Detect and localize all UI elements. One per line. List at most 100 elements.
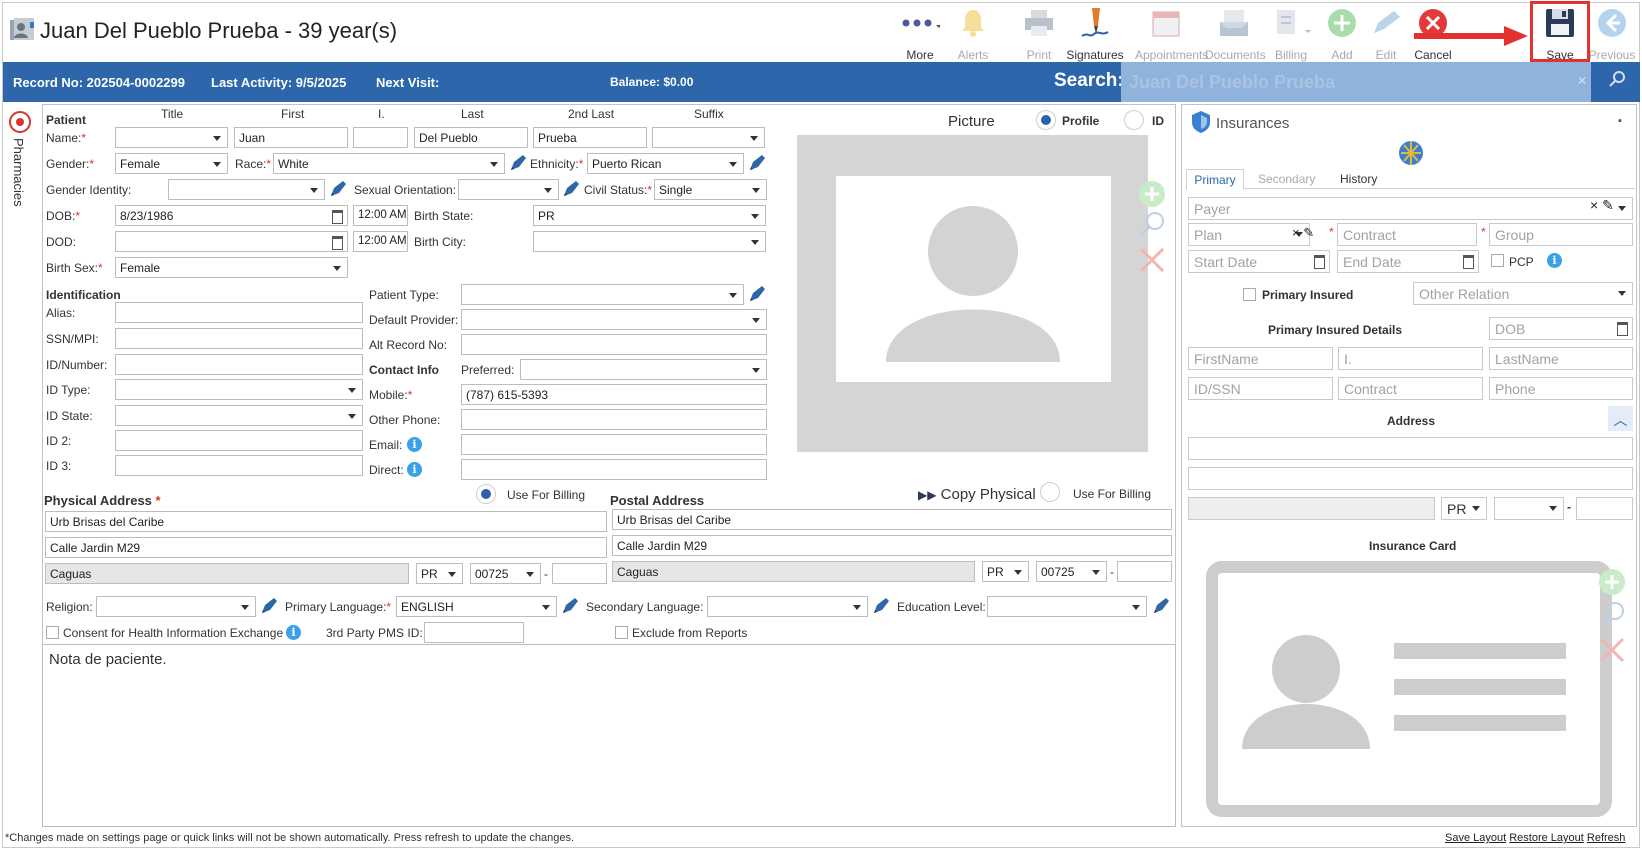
email-input[interactable] <box>461 434 767 455</box>
postal-use-billing-radio[interactable] <box>1040 482 1060 502</box>
save-layout-link[interactable]: Save Layout <box>1445 832 1506 844</box>
physical-city-input[interactable]: Caguas <box>45 563 409 584</box>
dob-time-input[interactable]: 12:00 AM <box>353 205 408 226</box>
secondary-language-select[interactable] <box>707 596 868 617</box>
consent-checkbox[interactable] <box>46 626 59 639</box>
alias-input[interactable] <box>115 302 363 323</box>
edit-gender-identity-pencil-icon[interactable] <box>328 179 348 199</box>
id-radio[interactable] <box>1124 110 1144 130</box>
globe-icon[interactable] <box>1397 139 1425 170</box>
edit-primary-language-pencil-icon[interactable] <box>560 596 580 616</box>
gender-select[interactable]: Female <box>115 153 228 174</box>
search-input[interactable]: Juan Del Pueblo Prueba <box>1121 62 1591 102</box>
id3-input[interactable] <box>115 455 363 476</box>
postal-state-select[interactable]: PR <box>982 561 1029 582</box>
insured-address-line1-input[interactable] <box>1188 437 1633 460</box>
tab-history[interactable]: History <box>1340 172 1377 186</box>
add-card-icon[interactable] <box>1598 568 1626 599</box>
primary-insured-checkbox[interactable] <box>1243 288 1256 301</box>
birth-sex-select[interactable]: Female <box>115 257 348 278</box>
preferred-select[interactable] <box>520 359 767 380</box>
insured-contract-input[interactable]: Contract <box>1338 377 1483 400</box>
direct-input[interactable] <box>461 459 767 480</box>
dod-date-input[interactable] <box>115 231 348 252</box>
other-relation-select[interactable]: Other Relation <box>1413 282 1633 305</box>
postal-line2-input[interactable]: Calle Jardin M29 <box>612 535 1172 556</box>
patient-type-select[interactable] <box>461 284 744 305</box>
email-info-icon[interactable]: i <box>407 437 422 452</box>
id-state-select[interactable] <box>115 405 363 426</box>
postal-zip-ext-input[interactable] <box>1117 561 1172 582</box>
civil-status-select[interactable]: Single <box>654 179 767 200</box>
end-date-input[interactable]: End Date <box>1337 250 1479 273</box>
mobile-input[interactable]: (787) 615-5393 <box>461 384 767 405</box>
insured-firstname-input[interactable]: FirstName <box>1188 347 1333 370</box>
birth-state-select[interactable]: PR <box>533 205 766 226</box>
race-select[interactable]: White <box>273 153 505 174</box>
edit-patient-type-pencil-icon[interactable] <box>747 284 767 304</box>
sexual-orientation-select[interactable] <box>458 179 559 200</box>
insured-city-input[interactable] <box>1188 497 1435 520</box>
search-icon[interactable] <box>1609 70 1627 91</box>
dod-time-input[interactable]: 12:00 AM <box>353 231 408 252</box>
id-number-input[interactable] <box>115 354 363 375</box>
contract-input[interactable]: Contract <box>1337 223 1477 246</box>
default-provider-select[interactable] <box>461 309 767 330</box>
physical-line2-input[interactable]: Calle Jardin M29 <box>45 537 607 558</box>
more-button[interactable]: More <box>891 6 949 62</box>
exclude-reports-checkbox[interactable] <box>615 626 628 639</box>
refresh-link[interactable]: Refresh <box>1587 832 1626 844</box>
documents-button[interactable]: Documents <box>1205 6 1266 62</box>
initial-input[interactable] <box>353 127 408 148</box>
tab-primary[interactable]: Primary <box>1186 169 1244 190</box>
copy-physical-button[interactable]: ▶▶ Copy Physical <box>918 486 1036 503</box>
insured-dob-input[interactable]: DOB <box>1489 317 1633 340</box>
previous-button[interactable]: Previous <box>1583 6 1641 62</box>
consent-info-icon[interactable]: i <box>286 625 301 640</box>
insured-state-select[interactable]: PR <box>1441 497 1487 520</box>
patient-note-textarea[interactable]: Nota de paciente. <box>42 644 1176 827</box>
delete-picture-icon[interactable] <box>1138 246 1166 277</box>
last-name-input[interactable]: Del Pueblo <box>414 127 528 148</box>
insured-phone-input[interactable]: Phone <box>1489 377 1633 400</box>
title-select[interactable] <box>115 127 228 148</box>
insured-zip-ext-input[interactable] <box>1576 497 1633 520</box>
collapse-chevron-up-icon[interactable]: ︿ <box>1608 406 1633 431</box>
physical-state-select[interactable]: PR <box>416 563 463 584</box>
pcp-info-icon[interactable]: i <box>1547 253 1562 268</box>
insured-initial-input[interactable]: I. <box>1338 347 1483 370</box>
direct-info-icon[interactable]: i <box>407 462 422 477</box>
signatures-button[interactable]: Signatures <box>1066 6 1124 62</box>
first-name-input[interactable]: Juan <box>234 127 348 148</box>
start-date-input[interactable]: Start Date <box>1188 250 1330 273</box>
billing-button[interactable]: Billing <box>1262 6 1320 62</box>
postal-zip-select[interactable]: 00725 <box>1036 561 1107 582</box>
postal-city-input[interactable]: Caguas <box>612 561 975 582</box>
tab-secondary[interactable]: Secondary <box>1258 172 1315 186</box>
clear-payer-icon[interactable]: × ✎ <box>1590 197 1614 214</box>
alt-record-input[interactable] <box>461 334 767 355</box>
postal-line1-input[interactable]: Urb Brisas del Caribe <box>612 509 1172 530</box>
clear-search-icon[interactable]: × <box>1578 72 1586 88</box>
religion-select[interactable] <box>96 596 256 617</box>
id-type-select[interactable] <box>115 379 363 400</box>
clear-plan-icon[interactable]: × ✎ <box>1292 225 1314 241</box>
pms-id-input[interactable] <box>424 622 524 643</box>
zoom-card-icon[interactable] <box>1598 600 1626 631</box>
add-picture-icon[interactable] <box>1138 180 1166 211</box>
appointments-button[interactable]: Appointments <box>1135 6 1208 62</box>
edit-sexual-orientation-pencil-icon[interactable] <box>561 179 581 199</box>
suffix-select[interactable] <box>652 127 765 148</box>
id2-input[interactable] <box>115 430 363 451</box>
edit-race-pencil-icon[interactable] <box>508 153 528 173</box>
gender-identity-select[interactable] <box>168 179 325 200</box>
insured-address-line2-input[interactable] <box>1188 467 1633 490</box>
insured-lastname-input[interactable]: LastName <box>1489 347 1633 370</box>
physical-line1-input[interactable]: Urb Brisas del Caribe <box>45 511 607 532</box>
pcp-checkbox[interactable] <box>1491 254 1504 267</box>
zoom-picture-icon[interactable] <box>1138 210 1166 241</box>
edit-ethnicity-pencil-icon[interactable] <box>747 153 767 173</box>
print-button[interactable]: Print <box>1010 6 1068 62</box>
education-level-select[interactable] <box>987 596 1147 617</box>
physical-zip-select[interactable]: 00725 <box>470 563 541 584</box>
